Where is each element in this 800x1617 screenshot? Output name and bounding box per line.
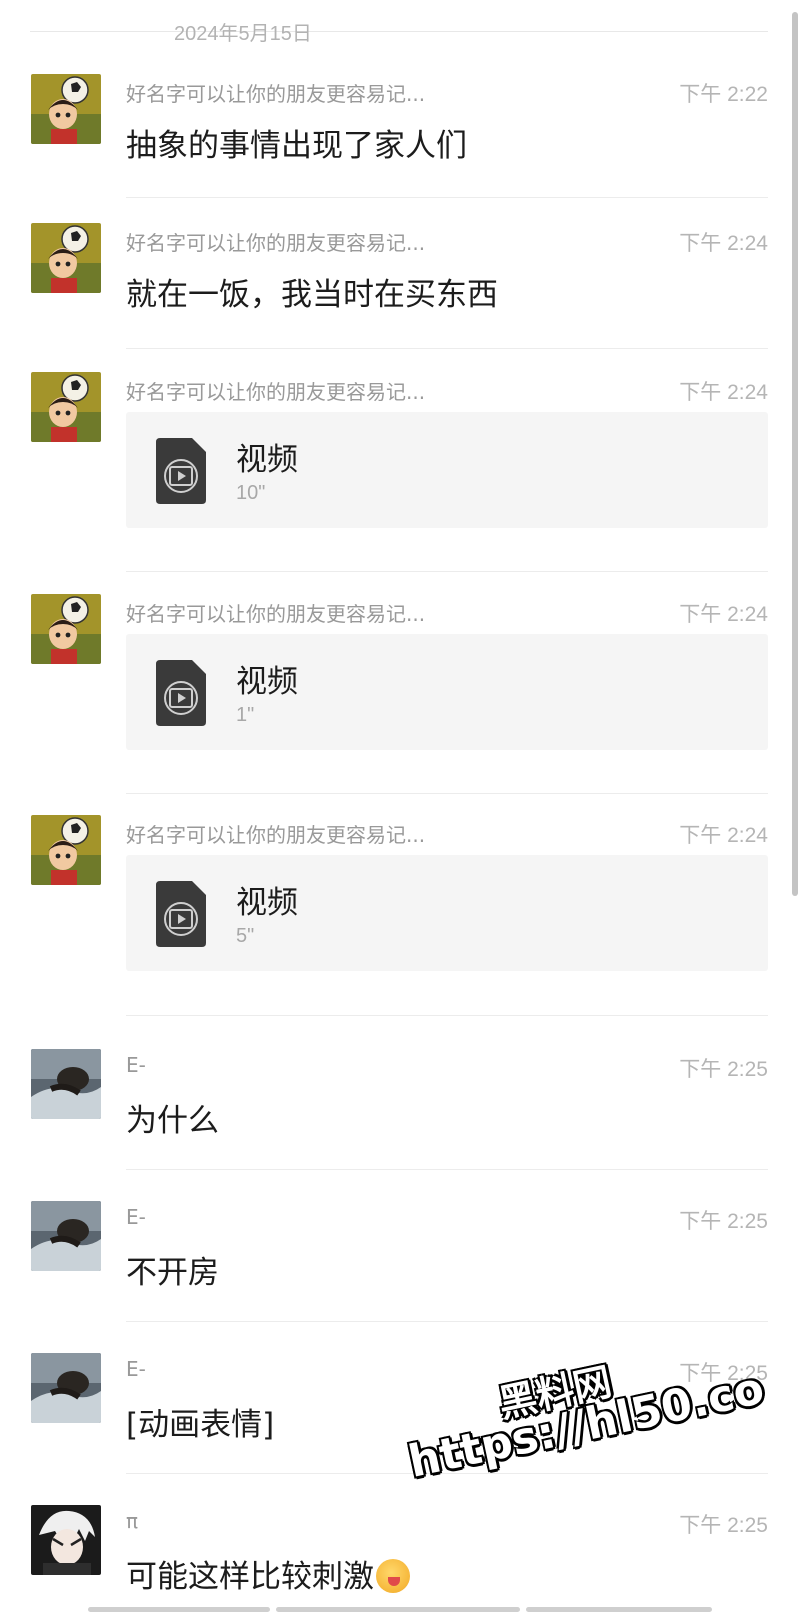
message-divider (126, 1473, 768, 1474)
video-file-icon (156, 438, 206, 504)
message-time: 下午 2:25 (679, 1210, 768, 1233)
video-file-icon (156, 660, 206, 726)
bottom-scroll-indicator (88, 1607, 712, 1613)
avatar[interactable] (31, 74, 101, 144)
sender-name: 好名字可以让你的朋友更容易记... (126, 231, 426, 255)
message-text-content: 可能这样比较刺激 (126, 1559, 374, 1595)
chat-history-page: 2024年5月15日 好名字可以让你的朋友更容易记... 下午 2:22 抽象的… (0, 0, 800, 1617)
bottom-bar-segment (526, 1607, 712, 1612)
avatar[interactable] (31, 1353, 101, 1423)
avatar[interactable] (31, 372, 101, 442)
video-card[interactable]: 视频 10" (126, 412, 768, 528)
message-divider (126, 1321, 768, 1322)
video-file-icon (156, 881, 206, 947)
message-time: 下午 2:25 (679, 1058, 768, 1081)
video-title: 视频 (236, 442, 298, 478)
sender-name: E- (126, 1205, 146, 1229)
avatar[interactable] (31, 594, 101, 664)
video-title: 视频 (236, 885, 298, 921)
message-time: 下午 2:24 (679, 232, 768, 255)
sender-name: 好名字可以让你的朋友更容易记... (126, 82, 426, 106)
video-card[interactable]: 视频 1" (126, 634, 768, 750)
avatar[interactable] (31, 1201, 101, 1271)
message-text: 不开房 (126, 1255, 219, 1291)
message-divider (126, 197, 768, 198)
sender-name: 好名字可以让你的朋友更容易记... (126, 602, 426, 626)
sender-name: E- (126, 1053, 146, 1077)
sender-name: 好名字可以让你的朋友更容易记... (126, 380, 426, 404)
message-time: 下午 2:24 (679, 824, 768, 847)
message-divider (126, 1015, 768, 1016)
message-text: 抽象的事情出现了家人们 (126, 128, 467, 164)
avatar[interactable] (31, 815, 101, 885)
date-label: 2024年5月15日 (174, 22, 312, 45)
message-time: 下午 2:24 (679, 381, 768, 404)
divider-line (399, 30, 768, 32)
sender-name: 好名字可以让你的朋友更容易记... (126, 823, 426, 847)
sender-name: π (126, 1509, 139, 1533)
message-text: 为什么 (126, 1103, 219, 1139)
video-duration: 10" (236, 482, 266, 504)
avatar[interactable] (31, 223, 101, 293)
bottom-bar-segment (276, 1607, 520, 1612)
video-duration: 1" (236, 704, 255, 726)
video-card[interactable]: 视频 5" (126, 855, 768, 971)
message-text: 可能这样比较刺激 (126, 1551, 410, 1596)
message-time: 下午 2:25 (679, 1514, 768, 1537)
blushing-face-emoji (376, 1559, 410, 1593)
message-time: 下午 2:24 (679, 603, 768, 626)
bottom-bar-segment (88, 1607, 270, 1612)
avatar[interactable] (31, 1505, 101, 1575)
date-divider: 2024年5月15日 (30, 14, 768, 48)
message-divider (126, 571, 768, 572)
message-divider (126, 1169, 768, 1170)
message-time: 下午 2:25 (679, 1362, 768, 1385)
message-text: 就在一饭，我当时在买东西 (126, 277, 498, 313)
sender-name: E- (126, 1357, 146, 1381)
message-divider (126, 348, 768, 349)
scrollbar[interactable] (792, 12, 798, 896)
video-title: 视频 (236, 664, 298, 700)
avatar[interactable] (31, 1049, 101, 1119)
message-divider (126, 793, 768, 794)
watermark-title: 黑料网 (494, 1359, 616, 1427)
message-text: [动画表情] (126, 1407, 275, 1443)
video-duration: 5" (236, 925, 255, 947)
message-time: 下午 2:22 (679, 83, 768, 106)
